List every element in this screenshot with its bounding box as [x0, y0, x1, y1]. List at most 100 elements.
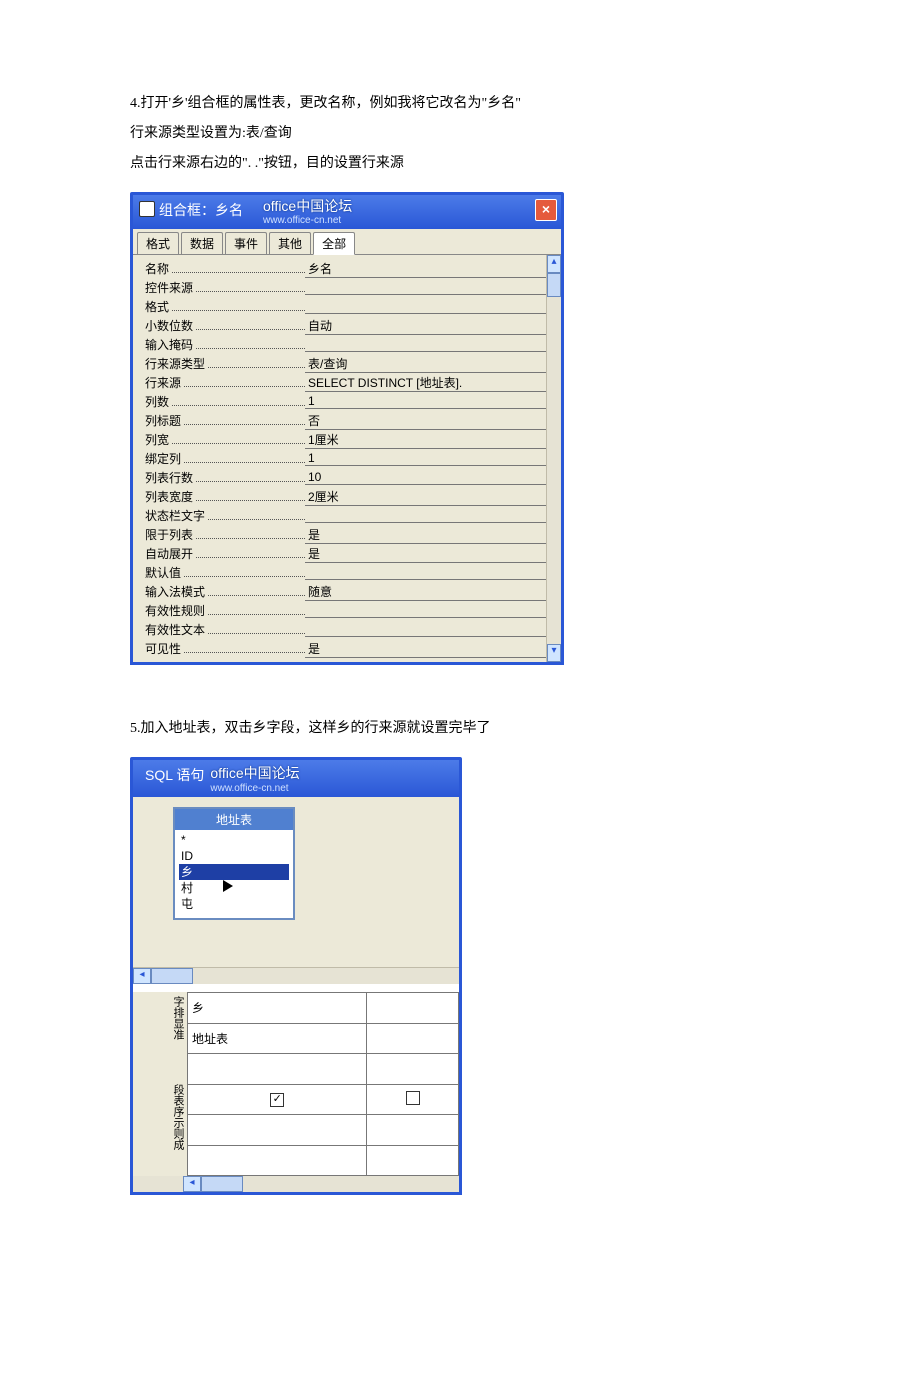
property-row[interactable]: 列表宽度 2厘米	[145, 487, 546, 506]
property-row[interactable]: 自动展开 是	[145, 544, 546, 563]
property-row[interactable]: 名称乡名	[145, 259, 546, 278]
scroll-thumb[interactable]	[151, 968, 193, 984]
scroll-down-icon[interactable]: ▾	[547, 644, 561, 662]
property-row[interactable]: 输入法模式随意	[145, 582, 546, 601]
property-label: 列标题	[145, 414, 184, 428]
titlebar[interactable]: 组合框：乡名 office中国论坛 www.office-cn.net ×	[133, 195, 561, 229]
property-row[interactable]: 控件来源	[145, 278, 546, 297]
tab-data[interactable]: 数据	[181, 232, 223, 254]
property-row[interactable]: 列宽1厘米	[145, 430, 546, 449]
grid-cell[interactable]: ✓	[188, 1084, 367, 1115]
property-row[interactable]: 限于列表是	[145, 525, 546, 544]
property-row[interactable]: 输入掩码	[145, 335, 546, 354]
grid-cell[interactable]	[188, 1115, 367, 1146]
tab-all[interactable]: 全部	[313, 232, 355, 255]
tab-other[interactable]: 其他	[269, 232, 311, 254]
property-value[interactable]	[305, 603, 546, 618]
property-row[interactable]: 格式	[145, 297, 546, 316]
property-row[interactable]: 可见性 是	[145, 639, 546, 658]
property-list: 名称乡名控件来源格式小数位数自动输入掩码行来源类型表/查询行来源 SELECT D…	[133, 255, 546, 662]
property-value[interactable]: 1厘米	[305, 431, 546, 449]
property-value[interactable]: 1	[305, 451, 546, 466]
tab-strip: 格式 数据 事件 其他 全部	[133, 229, 561, 255]
scroll-up-icon[interactable]: ▴	[547, 255, 561, 273]
property-value[interactable]	[305, 565, 546, 580]
property-value[interactable]: 2厘米	[305, 488, 546, 506]
property-value[interactable]	[305, 280, 546, 295]
hscroll-upper[interactable]: ◂	[133, 967, 459, 984]
property-value[interactable]: 1	[305, 394, 546, 409]
property-value[interactable]: SELECT DISTINCT [地址表].	[305, 374, 546, 392]
hscroll-grid[interactable]: ◂	[133, 1176, 459, 1192]
table-field[interactable]: *	[179, 832, 289, 848]
property-label: 列表宽度	[145, 490, 196, 504]
tab-format[interactable]: 格式	[137, 232, 179, 254]
property-row[interactable]: 绑定列1	[145, 449, 546, 468]
property-row[interactable]: 列数 1	[145, 392, 546, 411]
scroll-thumb[interactable]	[201, 1176, 243, 1192]
property-value[interactable]	[305, 299, 546, 314]
sql-titlebar[interactable]: SQL 语句 office中国论坛 www.office-cn.net	[133, 760, 459, 797]
scroll-left-icon[interactable]: ◂	[133, 968, 151, 984]
table-field[interactable]: 村	[179, 880, 289, 896]
property-value[interactable]: 自动	[305, 317, 546, 335]
tab-event[interactable]: 事件	[225, 232, 267, 254]
property-value[interactable]	[305, 622, 546, 637]
scroll-left-icon[interactable]: ◂	[183, 1176, 201, 1192]
property-value[interactable]	[305, 508, 546, 523]
property-value[interactable]: 随意	[305, 583, 546, 601]
property-label: 列数	[145, 395, 172, 409]
property-row[interactable]: 有效性文本	[145, 620, 546, 639]
property-row[interactable]: 行来源 SELECT DISTINCT [地址表].	[145, 373, 546, 392]
table-field[interactable]: 乡	[179, 864, 289, 880]
grid-cell[interactable]: 乡	[188, 993, 367, 1024]
property-row[interactable]: 状态栏文字	[145, 506, 546, 525]
property-row[interactable]: 小数位数自动	[145, 316, 546, 335]
property-label: 列表行数	[145, 471, 196, 485]
property-row[interactable]: 列表行数 10	[145, 468, 546, 487]
grid-cell[interactable]: 地址表	[188, 1023, 367, 1054]
watermark-forum: office中国论坛	[263, 196, 352, 216]
close-icon[interactable]: ×	[535, 199, 557, 221]
step4-line1: 4.打开'乡'组合框的属性表，更改名称，例如我将它改名为"乡名"	[130, 90, 790, 118]
watermark-url: www.office-cn.net	[263, 215, 341, 226]
step4-line2: 行来源类型设置为:表/查询	[130, 120, 790, 148]
property-value[interactable]: 否	[305, 412, 546, 430]
table-diagram-pane[interactable]: 地址表 *ID乡村屯	[133, 797, 459, 967]
grid-cell[interactable]	[188, 1145, 367, 1176]
property-row[interactable]: 行来源类型表/查询	[145, 354, 546, 373]
grid-cell[interactable]	[367, 1145, 459, 1176]
table-field[interactable]: 屯	[179, 896, 289, 912]
property-label: 行来源	[145, 376, 184, 390]
property-row[interactable]: 列标题 否	[145, 411, 546, 430]
table-box[interactable]: 地址表 *ID乡村屯	[173, 807, 295, 920]
property-value[interactable]: 是	[305, 526, 546, 544]
property-label: 状态栏文字	[145, 509, 208, 523]
grid-cell[interactable]	[367, 1054, 459, 1085]
property-label: 可见性	[145, 642, 184, 656]
property-value[interactable]: 是	[305, 640, 546, 658]
grid-cell[interactable]	[367, 1023, 459, 1054]
table-field[interactable]: ID	[179, 848, 289, 864]
property-row[interactable]: 默认值	[145, 563, 546, 582]
grid-cell[interactable]	[367, 1115, 459, 1146]
property-label: 有效性规则	[145, 604, 208, 618]
qbe-grid[interactable]: 乡地址表 ✓	[187, 992, 459, 1176]
scroll-thumb[interactable]	[547, 273, 561, 297]
property-value[interactable]	[305, 337, 546, 352]
grid-row-labels: 字排显准 段表序示则成	[133, 992, 187, 1176]
watermark-forum: office中国论坛	[210, 763, 299, 783]
property-value[interactable]: 10	[305, 470, 546, 485]
grid-cell[interactable]	[188, 1054, 367, 1085]
property-value[interactable]: 乡名	[305, 260, 546, 278]
property-label: 自动展开	[145, 547, 196, 561]
scrollbar-vertical[interactable]: ▴ ▾	[546, 255, 561, 662]
checkbox-icon[interactable]: ✓	[270, 1093, 284, 1107]
property-value[interactable]: 是	[305, 545, 546, 563]
property-value[interactable]: 表/查询	[305, 355, 546, 373]
property-row[interactable]: 有效性规则	[145, 601, 546, 620]
checkbox-icon[interactable]	[406, 1091, 420, 1105]
grid-cell[interactable]	[367, 993, 459, 1024]
grid-cell[interactable]	[367, 1084, 459, 1115]
step5-line1: 5.加入地址表，双击乡字段，这样乡的行来源就设置完毕了	[130, 715, 790, 743]
